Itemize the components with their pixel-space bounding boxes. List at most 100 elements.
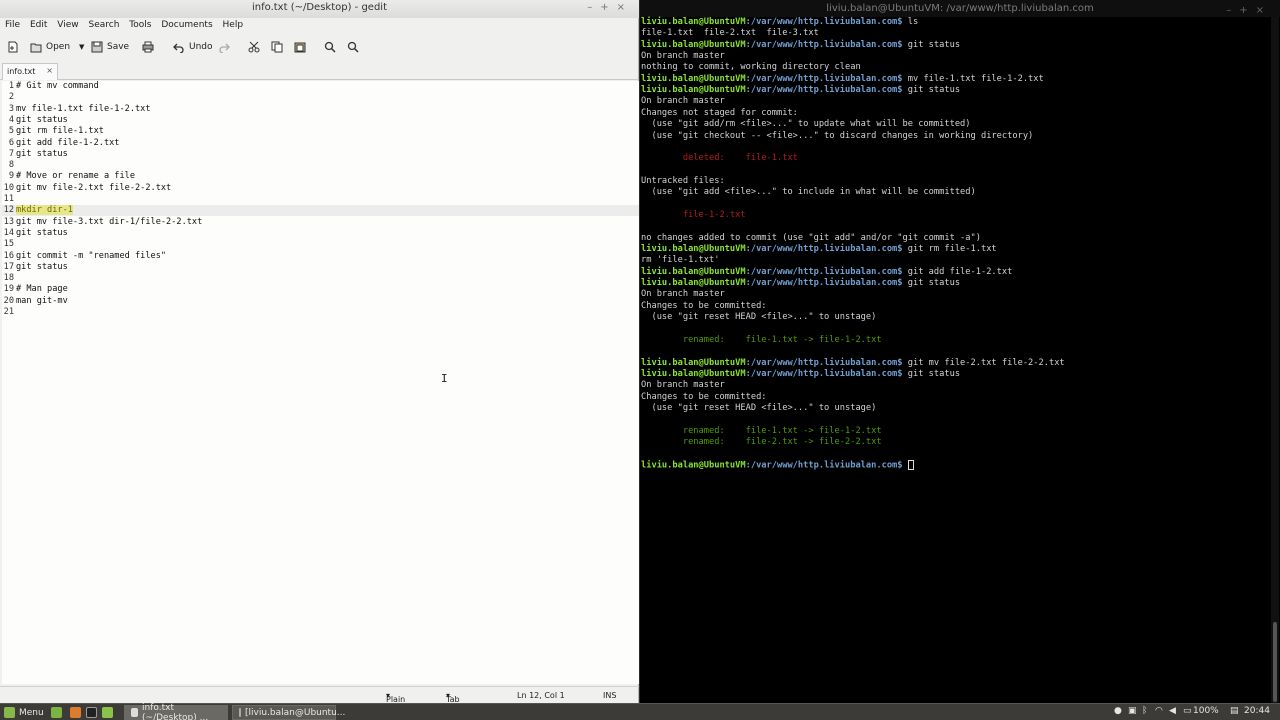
find-replace-button[interactable] [347,40,359,54]
editor-line[interactable]: 15 [2,239,639,250]
cursor-position: Ln 12, Col 1 [517,691,565,700]
close-icon[interactable]: × [617,2,633,13]
editor-line[interactable]: 13 git mv file-3.txt dir-1/file-2-2.txt [2,217,639,228]
tab-info-txt[interactable]: info.txt × [2,63,58,80]
editor-line[interactable]: 4 git status [2,115,639,126]
menu-help[interactable]: Help [223,18,244,32]
mouse-ibeam-cursor-icon: I [441,372,448,385]
open-button[interactable]: Open ▼ [30,40,84,54]
gedit-titlebar[interactable]: info.txt (~/Desktop) - gedit –+× [0,0,639,18]
menu-button[interactable]: Menu [4,705,44,720]
editor-line[interactable]: 9 # Move or rename a file [2,171,639,182]
copy-button[interactable] [271,40,283,54]
terminal-command-line: liviu.balan@UbuntuVM:/var/www/http.liviu… [641,17,1269,28]
line-number: 7 [8,148,14,159]
line-text: renamed: file-1.txt -> file-1-2.txt [641,425,882,436]
menu-documents[interactable]: Documents [161,18,212,32]
search-icon [324,41,336,53]
terminal-icon [86,707,97,718]
undo-button[interactable]: Undo [173,40,213,54]
terminal-scrollbar[interactable] [1271,17,1279,703]
maximize-icon[interactable]: + [600,2,616,13]
line-text: # Move or rename a file [16,171,135,182]
terminal-command-line: liviu.balan@UbuntuVM:/var/www/http.liviu… [641,85,1269,96]
terminal-output-line: no changes added to commit (use "git add… [641,233,1269,244]
editor-line[interactable]: 8 [2,160,639,171]
prompt-path: :/var/www/http.liviubalan.com$ [745,244,908,254]
print-icon [142,41,154,53]
editor-line[interactable]: 16 git commit -m "renamed files" [2,251,639,262]
firefox-launcher[interactable] [70,705,85,720]
language-selector[interactable]: Plain Text ▾ [386,691,405,713]
open-recent-dropdown-icon[interactable]: ▼ [79,43,84,51]
line-text: ls [907,17,919,27]
menu-file[interactable]: File [5,18,20,32]
terminal-output-line: rm 'file-1.txt' [641,255,1269,266]
close-icon[interactable]: × [1256,5,1272,16]
text-editor[interactable]: 1 # Git mv command 2 3 mv file-1.txt file-1-… [2,81,639,684]
menu-tools[interactable]: Tools [129,18,151,32]
close-tab-icon[interactable]: × [46,66,53,75]
network-icon[interactable]: ▣ [1128,706,1137,716]
task-terminal[interactable]: [liviu.balan@Ubuntu... [232,705,345,720]
gedit-statusbar: Plain Text ▾ Tab Width: 4 ▾ Ln 12, Col 1… [0,686,639,720]
menu-edit[interactable]: Edit [30,18,47,32]
prompt-path: :/var/www/http.liviubalan.com$ [745,278,908,289]
editor-line[interactable]: 3 mv file-1.txt file-1-2.txt [2,104,639,115]
menu-search[interactable]: Search [88,18,119,32]
print-button[interactable] [142,40,154,54]
user-icon[interactable]: ● [1114,706,1122,716]
menu-view[interactable]: View [57,18,78,32]
line-text: (use "git add <file>..." to include in w… [641,187,976,198]
find-button[interactable] [324,40,336,54]
scrollbar-thumb[interactable] [1273,622,1277,702]
wifi-icon[interactable]: ◠ [1155,706,1163,716]
task-gedit[interactable]: info.txt (~/Desktop) ... [124,703,228,720]
terminal-output-line: file-1.txt file-2.txt file-3.txt [641,28,1269,39]
editor-line[interactable]: 11 [2,194,639,205]
editor-line[interactable]: 5 git rm file-1.txt [2,126,639,137]
show-desktop-launcher[interactable] [51,705,66,720]
editor-line[interactable]: 2 [2,92,639,103]
editor-line[interactable]: 7 git status [2,149,639,160]
line-text: git status [16,114,68,125]
terminal-cursor[interactable] [907,459,914,470]
clock[interactable]: 20:44 [1244,706,1270,716]
battery-icon[interactable]: ▭ [1183,706,1192,716]
terminal-output[interactable]: liviu.balan@UbuntuVM:/var/www/http.liviu… [641,17,1269,703]
terminal-window-title: liviu.balan@UbuntuVM: /var/www/http.livi… [826,3,1094,14]
line-number: 21 [3,307,14,317]
calendar-icon[interactable]: ▤ [1230,706,1239,716]
editor-line[interactable]: 14 git status [2,228,639,239]
new-document-button[interactable] [7,40,19,54]
editor-line[interactable]: 21 [2,307,639,318]
editor-line[interactable]: 12 mkdir dir-1 [2,205,639,217]
editor-line[interactable]: 6 git add file-1-2.txt [2,138,639,149]
volume-icon[interactable]: ◀ [1169,706,1176,716]
editor-line[interactable]: 18 [2,273,639,284]
copy-icon [271,41,283,53]
line-number: 1 [8,81,14,91]
editor-line[interactable]: 10 git mv file-2.txt file-2-2.txt [2,183,639,194]
maximize-icon[interactable]: + [1239,5,1255,16]
editor-line[interactable]: 17 git status [2,262,639,273]
paste-button[interactable] [294,40,306,54]
minimize-icon[interactable]: – [587,2,600,13]
editor-line[interactable]: 20 man git-mv [2,296,639,307]
files-launcher[interactable] [102,705,117,720]
line-text: (use "git add/rm <file>..." to update wh… [641,119,971,130]
editor-line[interactable]: 19 # Man page [2,284,639,295]
tab-width-selector[interactable]: Tab Width: 4 ▾ [446,691,472,720]
terminal-titlebar[interactable]: liviu.balan@UbuntuVM: /var/www/http.livi… [640,0,1280,17]
cut-button[interactable] [248,40,260,54]
line-text: git commit -m "renamed files" [16,250,167,261]
bluetooth-icon[interactable]: ᛒ [1142,706,1147,716]
minimize-icon[interactable]: – [1226,5,1239,16]
editor-line[interactable]: 1 # Git mv command [2,81,639,92]
terminal-launcher[interactable] [86,705,101,720]
redo-button[interactable] [218,40,230,54]
save-button[interactable]: Save [91,40,129,54]
line-text: git status [907,85,961,96]
